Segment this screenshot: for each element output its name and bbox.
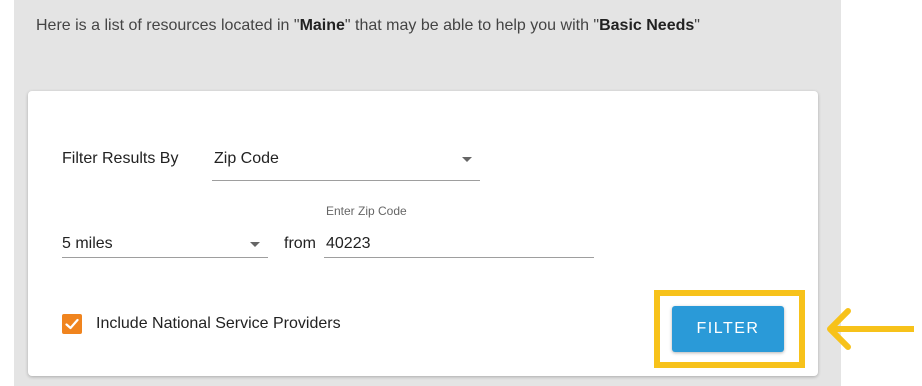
zip-code-field[interactable]: Enter Zip Code 40223	[324, 198, 594, 258]
intro-text: Here is a list of resources located in "…	[36, 12, 796, 40]
zip-code-input[interactable]: 40223	[326, 233, 371, 255]
national-providers-label: Include National Service Providers	[96, 315, 341, 332]
filter-by-value: Zip Code	[214, 150, 279, 167]
intro-middle: " that may be able to help you with "	[344, 17, 600, 34]
national-providers-row: Include National Service Providers	[62, 312, 482, 336]
chevron-down-icon	[250, 242, 260, 247]
chevron-down-icon	[462, 157, 472, 162]
filter-by-select[interactable]: Zip Code	[212, 148, 480, 181]
intro-prefix: Here is a list of resources located in "	[36, 17, 300, 34]
filter-by-label: Filter Results By	[62, 150, 179, 167]
from-label: from	[284, 235, 316, 252]
arrow-left-icon	[827, 308, 914, 350]
intro-category: Basic Needs	[599, 17, 695, 34]
distance-select[interactable]: 5 miles	[62, 224, 268, 258]
checkmark-icon	[65, 318, 79, 330]
zip-code-label: Enter Zip Code	[326, 204, 407, 218]
intro-location: Maine	[299, 17, 345, 34]
intro-suffix: "	[694, 17, 700, 34]
filter-by-row: Filter Results By Zip Code	[62, 148, 482, 182]
national-providers-checkbox[interactable]	[62, 314, 82, 334]
distance-row: 5 miles from Enter Zip Code 40223	[62, 198, 622, 258]
filter-button[interactable]: FILTER	[672, 306, 784, 352]
distance-value: 5 miles	[62, 235, 113, 252]
